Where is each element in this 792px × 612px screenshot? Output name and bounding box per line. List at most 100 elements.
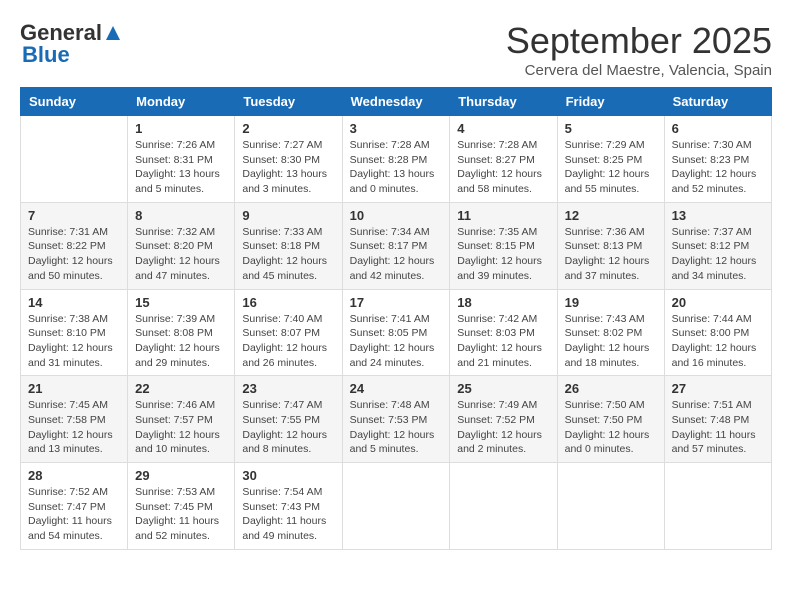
calendar-cell: 27Sunrise: 7:51 AM Sunset: 7:48 PM Dayli…	[664, 376, 771, 463]
day-info: Sunrise: 7:38 AM Sunset: 8:10 PM Dayligh…	[28, 312, 120, 371]
day-info: Sunrise: 7:29 AM Sunset: 8:25 PM Dayligh…	[565, 138, 657, 197]
calendar-cell: 7 Sunrise: 7:31 AM Sunset: 8:22 PM Daylig…	[21, 202, 128, 289]
col-monday: Monday	[128, 88, 235, 116]
day-info: Sunrise: 7:45 AM Sunset: 7:58 PM Dayligh…	[28, 398, 120, 457]
col-tuesday: Tuesday	[235, 88, 342, 116]
calendar-cell	[342, 463, 450, 550]
calendar-week-row: 1 Sunrise: 7:26 AM Sunset: 8:31 PM Daylig…	[21, 116, 772, 203]
calendar-cell: 2Sunrise: 7:27 AM Sunset: 8:30 PM Daylig…	[235, 116, 342, 203]
day-info: Sunrise: 7:26 AM Sunset: 8:31 PM Dayligh…	[135, 138, 227, 197]
calendar-cell	[21, 116, 128, 203]
calendar-cell: 13Sunrise: 7:37 AM Sunset: 8:12 PM Dayli…	[664, 202, 771, 289]
day-info: Sunrise: 7:47 AM Sunset: 7:55 PM Dayligh…	[242, 398, 334, 457]
logo-blue: Blue	[22, 42, 70, 67]
day-info: Sunrise: 7:43 AM Sunset: 8:02 PM Dayligh…	[565, 312, 657, 371]
location: Cervera del Maestre, Valencia, Spain	[506, 62, 772, 79]
calendar-cell: 11Sunrise: 7:35 AM Sunset: 8:15 PM Dayli…	[450, 202, 557, 289]
day-number: 7	[28, 208, 120, 223]
calendar-cell: 20 Sunrise: 7:44 AM Sunset: 8:00 PM Dayli…	[664, 289, 771, 376]
col-thursday: Thursday	[450, 88, 557, 116]
day-info: Sunrise: 7:50 AM Sunset: 7:50 PM Dayligh…	[565, 398, 657, 457]
col-friday: Friday	[557, 88, 664, 116]
calendar-cell: 24 Sunrise: 7:48 AM Sunset: 7:53 PM Dayli…	[342, 376, 450, 463]
day-number: 23	[242, 381, 334, 396]
day-number: 3	[350, 121, 443, 136]
calendar-cell: 29 Sunrise: 7:53 AM Sunset: 7:45 PM Dayli…	[128, 463, 235, 550]
day-number: 5	[565, 121, 657, 136]
day-number: 8	[135, 208, 227, 223]
title-block: September 2025 Cervera del Maestre, Vale…	[506, 20, 772, 79]
day-info: Sunrise: 7:48 AM Sunset: 7:53 PM Dayligh…	[350, 398, 443, 457]
calendar-cell: 18Sunrise: 7:42 AM Sunset: 8:03 PM Dayli…	[450, 289, 557, 376]
day-number: 28	[28, 468, 120, 483]
day-info: Sunrise: 7:39 AM Sunset: 8:08 PM Dayligh…	[135, 312, 227, 371]
calendar-cell: 17 Sunrise: 7:41 AM Sunset: 8:05 PM Dayli…	[342, 289, 450, 376]
day-number: 21	[28, 381, 120, 396]
day-number: 26	[565, 381, 657, 396]
day-number: 24	[350, 381, 443, 396]
calendar-cell: 14 Sunrise: 7:38 AM Sunset: 8:10 PM Dayli…	[21, 289, 128, 376]
day-number: 17	[350, 295, 443, 310]
day-info: Sunrise: 7:49 AM Sunset: 7:52 PM Dayligh…	[457, 398, 549, 457]
day-number: 1	[135, 121, 227, 136]
day-info: Sunrise: 7:54 AM Sunset: 7:43 PM Dayligh…	[242, 485, 334, 544]
calendar-cell: 19 Sunrise: 7:43 AM Sunset: 8:02 PM Dayli…	[557, 289, 664, 376]
calendar-week-row: 28Sunrise: 7:52 AM Sunset: 7:47 PM Dayli…	[21, 463, 772, 550]
day-number: 6	[672, 121, 764, 136]
day-info: Sunrise: 7:44 AM Sunset: 8:00 PM Dayligh…	[672, 312, 764, 371]
day-number: 14	[28, 295, 120, 310]
calendar-cell: 30 Sunrise: 7:54 AM Sunset: 7:43 PM Dayli…	[235, 463, 342, 550]
day-number: 25	[457, 381, 549, 396]
day-number: 27	[672, 381, 764, 396]
calendar-cell: 10 Sunrise: 7:34 AM Sunset: 8:17 PM Dayli…	[342, 202, 450, 289]
day-number: 20	[672, 295, 764, 310]
day-number: 11	[457, 208, 549, 223]
day-info: Sunrise: 7:31 AM Sunset: 8:22 PM Dayligh…	[28, 225, 120, 284]
day-info: Sunrise: 7:28 AM Sunset: 8:28 PM Dayligh…	[350, 138, 443, 197]
calendar-week-row: 14 Sunrise: 7:38 AM Sunset: 8:10 PM Dayli…	[21, 289, 772, 376]
day-number: 13	[672, 208, 764, 223]
day-number: 12	[565, 208, 657, 223]
calendar-cell: 15Sunrise: 7:39 AM Sunset: 8:08 PM Dayli…	[128, 289, 235, 376]
calendar-week-row: 21 Sunrise: 7:45 AM Sunset: 7:58 PM Dayli…	[21, 376, 772, 463]
day-number: 22	[135, 381, 227, 396]
calendar-table: Sunday Monday Tuesday Wednesday Thursday…	[20, 87, 772, 550]
calendar-cell	[557, 463, 664, 550]
day-number: 10	[350, 208, 443, 223]
day-number: 29	[135, 468, 227, 483]
calendar-cell: 5 Sunrise: 7:29 AM Sunset: 8:25 PM Daylig…	[557, 116, 664, 203]
calendar-cell	[664, 463, 771, 550]
logo-icon	[104, 24, 122, 42]
col-saturday: Saturday	[664, 88, 771, 116]
day-info: Sunrise: 7:27 AM Sunset: 8:30 PM Dayligh…	[242, 138, 334, 197]
calendar-cell: 23 Sunrise: 7:47 AM Sunset: 7:55 PM Dayli…	[235, 376, 342, 463]
day-info: Sunrise: 7:53 AM Sunset: 7:45 PM Dayligh…	[135, 485, 227, 544]
calendar-cell: 22 Sunrise: 7:46 AM Sunset: 7:57 PM Dayli…	[128, 376, 235, 463]
day-number: 4	[457, 121, 549, 136]
calendar-cell: 4 Sunrise: 7:28 AM Sunset: 8:27 PM Daylig…	[450, 116, 557, 203]
calendar-header-row: Sunday Monday Tuesday Wednesday Thursday…	[21, 88, 772, 116]
calendar-cell: 26 Sunrise: 7:50 AM Sunset: 7:50 PM Dayli…	[557, 376, 664, 463]
day-info: Sunrise: 7:41 AM Sunset: 8:05 PM Dayligh…	[350, 312, 443, 371]
calendar-cell: 25 Sunrise: 7:49 AM Sunset: 7:52 PM Dayli…	[450, 376, 557, 463]
calendar-cell: 9Sunrise: 7:33 AM Sunset: 8:18 PM Daylig…	[235, 202, 342, 289]
day-number: 30	[242, 468, 334, 483]
calendar-cell: 1 Sunrise: 7:26 AM Sunset: 8:31 PM Daylig…	[128, 116, 235, 203]
calendar-cell: 12 Sunrise: 7:36 AM Sunset: 8:13 PM Dayli…	[557, 202, 664, 289]
calendar-week-row: 7 Sunrise: 7:31 AM Sunset: 8:22 PM Daylig…	[21, 202, 772, 289]
logo: General Blue	[20, 20, 122, 68]
calendar-cell	[450, 463, 557, 550]
day-info: Sunrise: 7:34 AM Sunset: 8:17 PM Dayligh…	[350, 225, 443, 284]
col-wednesday: Wednesday	[342, 88, 450, 116]
page-header: General Blue September 2025 Cervera del …	[20, 20, 772, 79]
day-number: 19	[565, 295, 657, 310]
calendar-cell: 16Sunrise: 7:40 AM Sunset: 8:07 PM Dayli…	[235, 289, 342, 376]
day-number: 18	[457, 295, 549, 310]
day-info: Sunrise: 7:46 AM Sunset: 7:57 PM Dayligh…	[135, 398, 227, 457]
day-info: Sunrise: 7:28 AM Sunset: 8:27 PM Dayligh…	[457, 138, 549, 197]
calendar-cell: 8Sunrise: 7:32 AM Sunset: 8:20 PM Daylig…	[128, 202, 235, 289]
calendar-cell: 3 Sunrise: 7:28 AM Sunset: 8:28 PM Daylig…	[342, 116, 450, 203]
calendar-cell: 21 Sunrise: 7:45 AM Sunset: 7:58 PM Dayli…	[21, 376, 128, 463]
calendar-cell: 28Sunrise: 7:52 AM Sunset: 7:47 PM Dayli…	[21, 463, 128, 550]
day-info: Sunrise: 7:36 AM Sunset: 8:13 PM Dayligh…	[565, 225, 657, 284]
